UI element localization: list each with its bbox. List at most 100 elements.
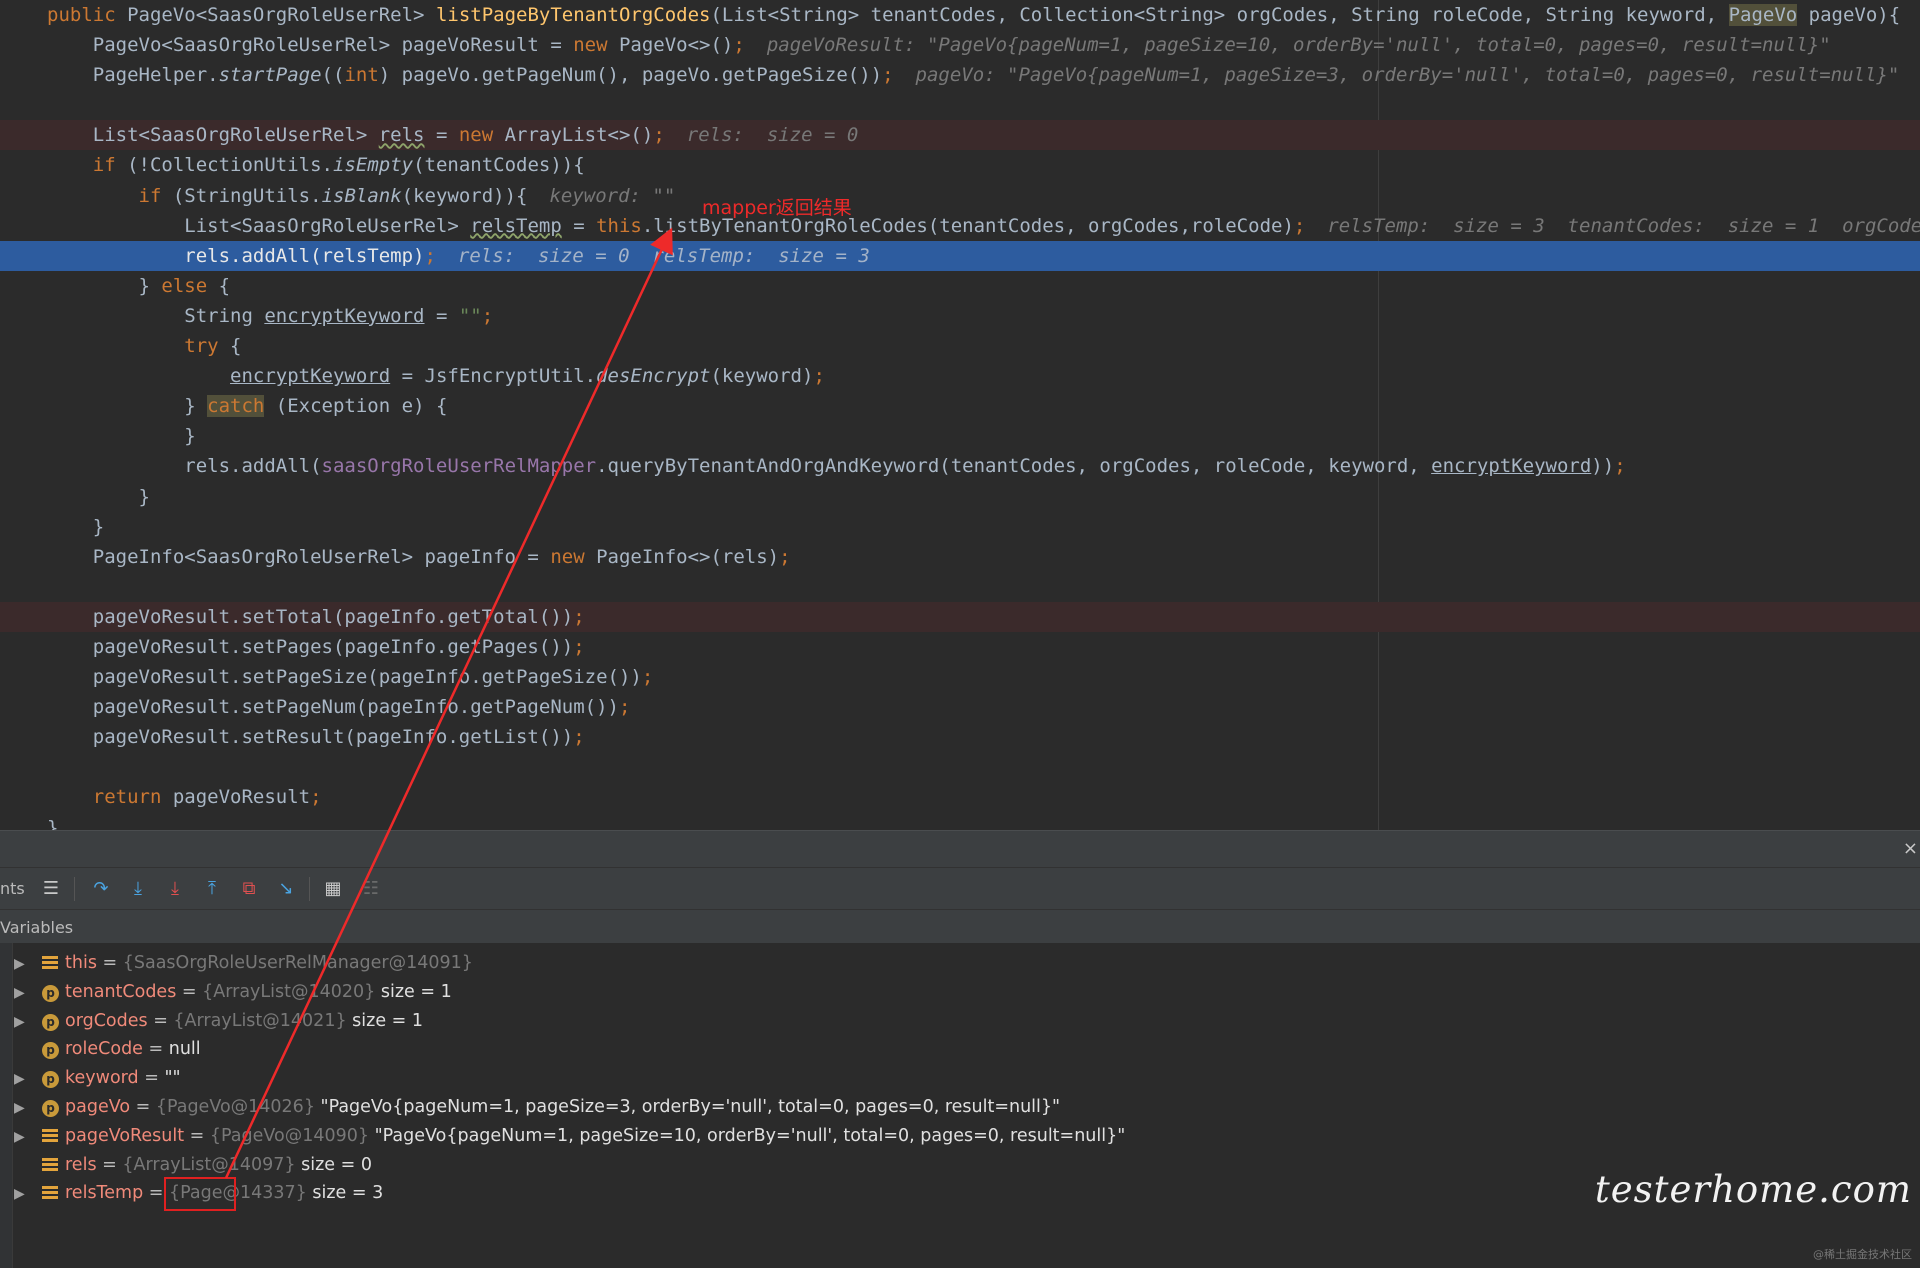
parameter-icon: p <box>42 1013 59 1031</box>
code-lines[interactable]: public PageVo<SaasOrgRoleUserRel> listPa… <box>0 0 1920 830</box>
expand-arrow-icon[interactable]: ▶ <box>14 1094 42 1123</box>
step-into-icon[interactable]: ⤓ <box>125 875 151 901</box>
code-token: this <box>596 214 642 237</box>
field-icon <box>42 956 58 969</box>
code-line[interactable]: encryptKeyword = JsfEncryptUtil.desEncry… <box>0 361 1920 391</box>
expand-arrow-icon[interactable]: ▶ <box>14 1123 42 1152</box>
frames-tab-label[interactable]: nts <box>0 879 25 898</box>
code-token: public <box>47 4 128 26</box>
force-step-into-icon[interactable]: ⤓ <box>162 875 188 901</box>
code-token: = JsfEncryptUtil. <box>390 365 597 388</box>
expand-arrow-icon[interactable]: ▶ <box>14 979 42 1008</box>
equals-sign: = <box>184 1125 210 1146</box>
code-line[interactable]: if (!CollectionUtils.isEmpty(tenantCodes… <box>0 150 1920 180</box>
code-token: pageVoResult.setPageNum(pageInfo.getPage… <box>47 696 619 719</box>
run-to-cursor-icon[interactable]: ↘ <box>273 875 299 901</box>
expand-arrow-icon[interactable]: ▶ <box>14 950 42 979</box>
step-over-icon[interactable]: ↷ <box>88 875 114 901</box>
code-token: } <box>47 425 196 448</box>
code-token: (Exception e) { <box>264 395 448 418</box>
drop-frame-icon[interactable]: ⧉ <box>236 875 262 901</box>
threads-list-icon[interactable]: ☰ <box>38 875 64 901</box>
variable-row-rels[interactable]: rels = {ArrayList@14097} size = 0 <box>14 1151 372 1180</box>
code-line[interactable]: String encryptKeyword = ""; <box>0 301 1920 331</box>
code-editor[interactable]: public PageVo<SaasOrgRoleUserRel> listPa… <box>0 0 1920 830</box>
code-token: String <box>47 304 265 327</box>
close-icon[interactable]: × <box>1903 838 1918 859</box>
code-token: (!CollectionUtils. <box>127 154 333 177</box>
code-text: } catch (Exception e) { <box>47 391 447 421</box>
equals-sign: = <box>96 953 123 973</box>
code-text: String encryptKeyword = ""; <box>47 301 493 331</box>
code-line[interactable]: } <box>0 512 1920 542</box>
code-line[interactable]: pageVoResult.setPageNum(pageInfo.getPage… <box>0 692 1920 722</box>
code-line[interactable]: } <box>0 421 1920 451</box>
variable-row-keyword[interactable]: ▶ p keyword = "" <box>14 1064 181 1093</box>
code-line[interactable]: } else { <box>0 271 1920 301</box>
code-token: ; <box>573 635 585 658</box>
code-line[interactable]: pageVoResult.setPages(pageInfo.getPages(… <box>0 632 1920 662</box>
code-line[interactable]: PageInfo<SaasOrgRoleUserRel> pageInfo = … <box>0 542 1920 572</box>
variable-type: {ArrayList@14021} <box>173 1010 347 1031</box>
code-token: pageVo){ <box>1797 4 1901 26</box>
current-execution-line[interactable]: rels.addAll(relsTemp); rels: size = 0 rel… <box>0 240 1920 271</box>
variable-row-pageVoResult[interactable]: ▶ pageVoResult = {PageVo@14090} "PageVo{p… <box>14 1122 1125 1151</box>
code-line[interactable]: } <box>0 813 1920 830</box>
code-token: ; <box>573 726 585 749</box>
code-line[interactable]: public PageVo<SaasOrgRoleUserRel> listPa… <box>0 0 1920 30</box>
code-line[interactable]: rels.addAll(saasOrgRoleUserRelMapper.que… <box>0 451 1920 481</box>
code-line[interactable]: return pageVoResult; <box>0 782 1920 812</box>
code-token: { <box>218 274 231 297</box>
code-line[interactable]: } <box>0 482 1920 512</box>
code-line[interactable]: } catch (Exception e) { <box>0 391 1920 421</box>
parameter-icon: p <box>42 1100 59 1117</box>
code-line[interactable]: if (StringUtils.isBlank(keyword)){keywor… <box>0 181 1920 211</box>
code-token: rels.addAll( <box>47 455 322 478</box>
code-line[interactable]: List<SaasOrgRoleUserRel> rels = new Arra… <box>0 120 1920 151</box>
code-token: ; <box>641 666 654 689</box>
variable-row-orgCodes[interactable]: ▶ p orgCodes = {ArrayList@14021} size = 1 <box>14 1007 423 1036</box>
code-line[interactable]: pageVoResult.setPageSize(pageInfo.getPag… <box>0 662 1920 692</box>
code-token: isBlank <box>321 184 402 207</box>
code-line[interactable]: pageVoResult.setTotal(pageInfo.getTotal(… <box>0 601 1920 632</box>
code-token: (List<String> tenantCodes, Collection<St… <box>710 4 1729 26</box>
equals-sign: = <box>138 1068 165 1089</box>
code-token: if <box>138 184 173 207</box>
expand-arrow-icon[interactable]: ▶ <box>14 1065 42 1094</box>
code-line[interactable]: PageHelper.startPage((int) pageVo.getPag… <box>0 60 1920 90</box>
code-token: = <box>424 124 459 147</box>
code-token: .queryByTenantAndOrgAndKeyword(tenantCod… <box>596 455 1432 478</box>
variable-value: size = 3 <box>306 1183 384 1204</box>
variable-row-roleCode[interactable]: p roleCode = null <box>14 1035 201 1064</box>
code-text: } <box>47 512 104 542</box>
code-line[interactable]: PageVo<SaasOrgRoleUserRel> pageVoResult … <box>0 30 1920 60</box>
trace-stream-icon[interactable]: ☷ <box>358 875 384 901</box>
variable-row-tenantCodes[interactable]: ▶ p tenantCodes = {ArrayList@14020} size =… <box>14 978 452 1007</box>
code-line[interactable]: try { <box>0 331 1920 361</box>
code-token: ; <box>779 545 791 568</box>
code-line[interactable] <box>0 572 1920 602</box>
parameter-icon: p <box>42 1071 59 1089</box>
variable-row-this[interactable]: ▶ this = {SaasOrgRoleUserRelManager@14091… <box>14 949 473 978</box>
code-text: List<SaasOrgRoleUserRel> relsTemp = this… <box>47 211 1920 241</box>
code-line[interactable] <box>0 752 1920 782</box>
annotation-label: mapper返回结果 <box>702 197 852 219</box>
code-token: PageVo<>() <box>618 34 734 57</box>
expand-arrow-icon[interactable]: ▶ <box>14 1008 42 1037</box>
code-token: (StringUtils. <box>172 184 322 207</box>
code-line[interactable]: pageVoResult.setResult(pageInfo.getList(… <box>0 722 1920 752</box>
code-token: = <box>424 304 459 327</box>
variable-type: {SaasOrgRoleUserRelManager@14091} <box>122 953 473 973</box>
code-token: new <box>550 545 597 568</box>
evaluate-expression-icon[interactable]: ▦ <box>320 875 346 901</box>
code-text: pageVoResult.setPageSize(pageInfo.getPag… <box>47 662 654 692</box>
code-line[interactable]: List<SaasOrgRoleUserRel> relsTemp = this… <box>0 211 1920 241</box>
variable-row-pageVo[interactable]: ▶ p pageVo = {PageVo@14026} "PageVo{pageNu… <box>14 1093 1060 1122</box>
code-line[interactable] <box>0 90 1920 120</box>
code-token: ; <box>733 34 745 57</box>
equals-sign: = <box>142 1039 169 1060</box>
code-token: return <box>92 786 173 809</box>
expand-arrow-icon[interactable]: ▶ <box>14 1180 42 1209</box>
step-out-icon[interactable]: ⤒ <box>199 875 225 901</box>
